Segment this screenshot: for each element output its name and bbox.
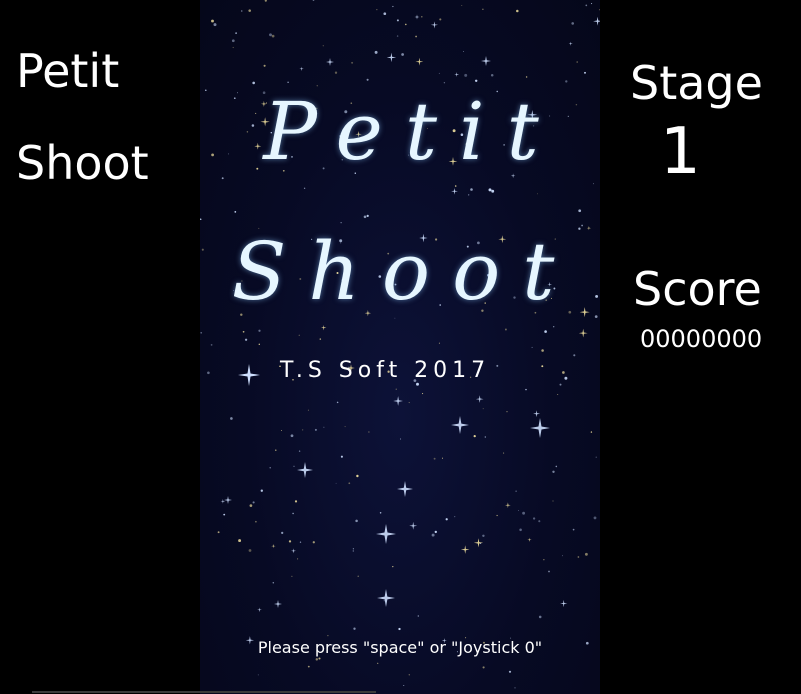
- start-prompt: Please press "space" or "Joystick 0": [257, 638, 543, 657]
- credit-text: T.S Soft 2017: [280, 358, 491, 383]
- logo-line2: Shoot: [231, 225, 577, 318]
- score-value: 00000000: [640, 325, 763, 353]
- sparkle-icon: [238, 364, 260, 386]
- left-panel: Petit Shoot: [0, 0, 200, 694]
- logo-line1: Petit: [263, 85, 561, 178]
- score-label: Score: [633, 262, 762, 316]
- stage-label: Stage: [630, 56, 763, 110]
- stage-value: 1: [660, 115, 701, 189]
- game-title-line1: Petit: [16, 44, 120, 98]
- bottom-divider: [32, 691, 376, 693]
- playfield: Petit Shoot T.S Soft 2017 Please press "…: [200, 0, 600, 694]
- game-title-line2: Shoot: [16, 136, 149, 190]
